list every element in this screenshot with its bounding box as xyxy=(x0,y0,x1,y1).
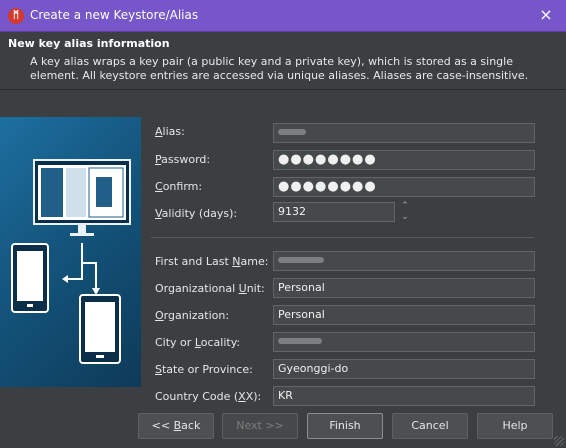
confirm-label: Confirm: xyxy=(155,180,203,193)
cancel-button[interactable]: Cancel xyxy=(392,413,468,439)
password-field[interactable]: ●●●●●●●● xyxy=(273,150,535,170)
alias-label: Alias: xyxy=(155,125,185,138)
org-unit-label: Organizational Unit: xyxy=(155,282,265,295)
section-description: A key alias wraps a key pair (a public k… xyxy=(30,55,529,82)
name-field[interactable] xyxy=(273,251,535,271)
resize-grip-icon[interactable] xyxy=(554,436,564,446)
state-field[interactable]: Gyeonggi-do xyxy=(273,359,535,379)
close-icon[interactable]: × xyxy=(536,5,556,25)
form-separator xyxy=(151,237,534,238)
validity-spinner[interactable]: 9132 xyxy=(273,202,395,222)
spin-up-icon[interactable]: ⌃ xyxy=(399,202,411,211)
country-field[interactable]: KR xyxy=(273,386,535,406)
next-button[interactable]: Next >> xyxy=(222,413,298,439)
alias-field[interactable] xyxy=(273,123,535,143)
dialog-header: New key alias information A key alias wr… xyxy=(0,32,566,90)
city-field[interactable] xyxy=(273,332,535,352)
org-unit-field[interactable]: Personal xyxy=(273,278,535,298)
help-button[interactable]: Help xyxy=(477,413,553,439)
state-label: State or Province: xyxy=(155,363,253,376)
confirm-field[interactable]: ●●●●●●●● xyxy=(273,177,535,197)
organization-field[interactable]: Personal xyxy=(273,305,535,325)
alias-redacted xyxy=(278,129,306,135)
finish-button[interactable]: Finish xyxy=(307,413,383,439)
city-label: City or Locality: xyxy=(155,336,241,349)
window-title: Create a new Keystore/Alias xyxy=(30,8,199,22)
section-title: New key alias information xyxy=(8,37,170,50)
title-bar: ᛗ Create a new Keystore/Alias × xyxy=(0,0,566,32)
keystore-illustration xyxy=(0,117,141,387)
spin-down-icon[interactable]: ⌄ xyxy=(399,213,411,222)
devices-illustration-image xyxy=(11,159,131,364)
back-button[interactable]: << Back xyxy=(138,413,214,439)
validity-label: Validity (days): xyxy=(155,207,238,220)
jetbrains-ide-icon: ᛗ xyxy=(8,8,24,24)
organization-label: Organization: xyxy=(155,309,230,322)
name-label: First and Last Name: xyxy=(155,255,269,268)
city-redacted xyxy=(278,338,322,344)
name-redacted xyxy=(278,257,324,263)
password-label: Password: xyxy=(155,153,211,166)
country-label: Country Code (XX): xyxy=(155,390,262,403)
